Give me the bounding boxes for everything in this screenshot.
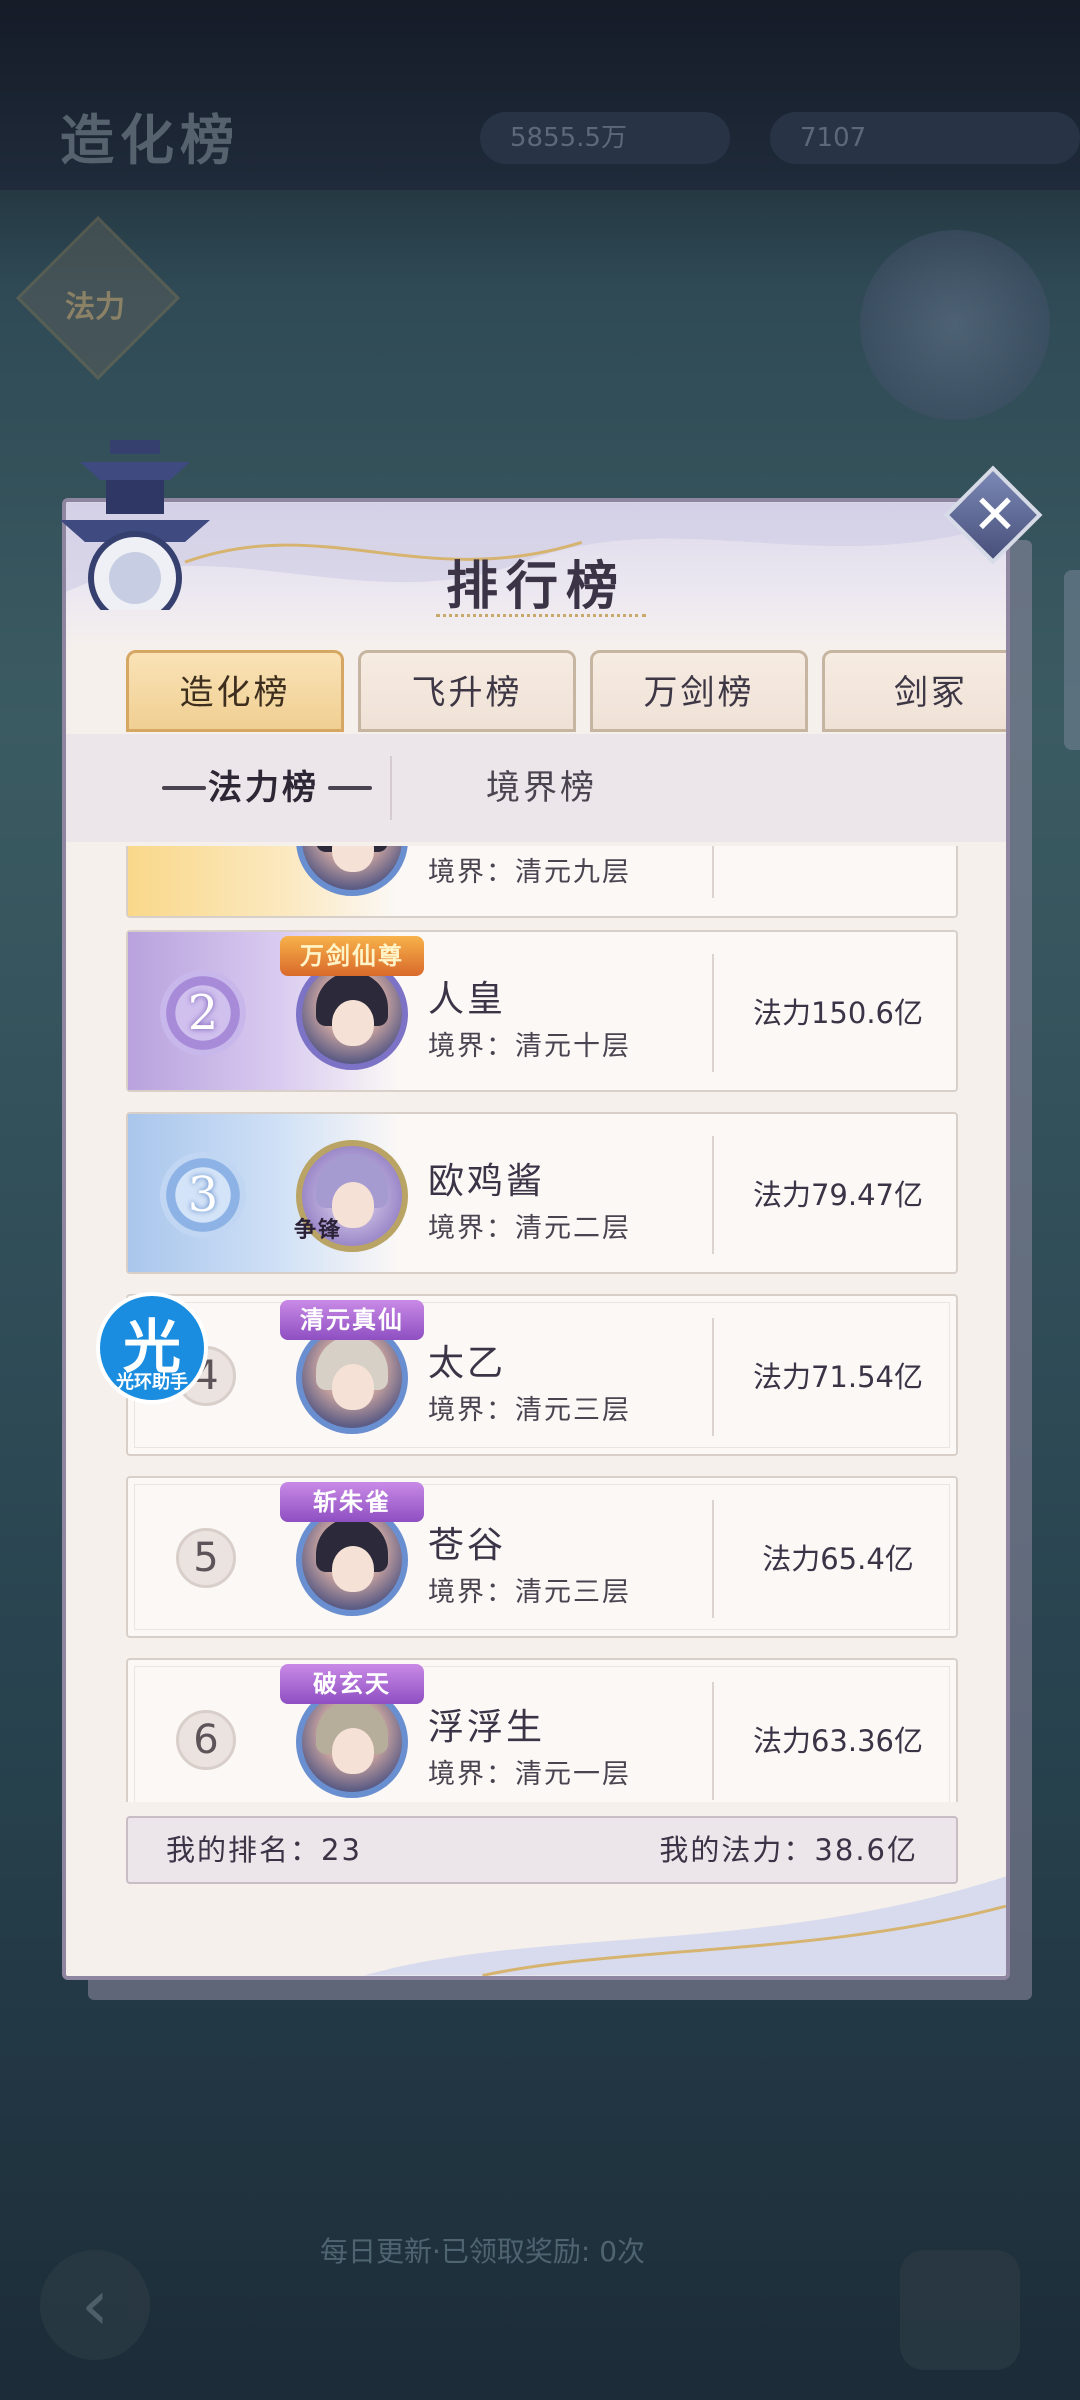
background-bottom-hint: 每日更新·已领取奖励: 0次 (320, 2235, 646, 2268)
player-realm: 境界：清元二层 (428, 1213, 631, 1244)
player-power: 法力71.54亿 (752, 1360, 924, 1394)
title-badge: 万剑仙尊 (280, 936, 424, 976)
ranking-row-3[interactable]: 3 争锋 欧鸡酱 境界：清元二层 法力79.47亿 (126, 1112, 958, 1274)
ranking-list[interactable]: 境界：清元九层 2 万剑仙尊 人皇 境界：清元十层 法力150.6亿 3 争锋 … (126, 846, 1006, 1802)
tab-feisheng[interactable]: 飞升榜 (358, 650, 576, 732)
background-back-icon: ‹ (40, 2250, 150, 2360)
rank-number: 5 (176, 1528, 236, 1588)
background-rank-icon (900, 2250, 1020, 2370)
background-resource-2: 7107 (770, 112, 1080, 164)
ranking-row-5[interactable]: 5 斩朱雀 苍谷 境界：清元三层 法力65.4亿 (126, 1476, 958, 1638)
pagoda-icon (60, 440, 210, 610)
player-name: 浮浮生 (428, 1707, 546, 1748)
ranking-row-6[interactable]: 6 破玄天 浮浮生 境界：清元一层 法力63.36亿 (126, 1658, 958, 1802)
ranking-panel: 排行榜 造化榜 飞升榜 万剑榜 剑冢 法力榜 境界榜 境界：清元九层 2 万剑仙… (62, 498, 1010, 1980)
rank-number: 6 (176, 1710, 236, 1770)
subtab-bar: 法力榜 境界榜 (66, 734, 1006, 842)
subtab-divider (390, 756, 392, 820)
tab-jianzhong[interactable]: 剑冢 (822, 650, 1006, 732)
background-diamond-label: 法力 (65, 290, 125, 325)
background-orb-icon (860, 230, 1050, 420)
title-ornament (436, 614, 646, 621)
player-realm: 境界：清元十层 (428, 1031, 631, 1062)
rank-medal: 2 (160, 970, 246, 1056)
player-power: 法力63.36亿 (752, 1724, 924, 1758)
subtab-ornament-left (162, 786, 206, 790)
player-realm: 境界：清元一层 (428, 1759, 631, 1790)
row-divider (712, 1682, 714, 1800)
player-power: 法力79.47亿 (752, 1178, 924, 1212)
ranking-row-4[interactable]: 4 清元真仙 太乙 境界：清元三层 法力71.54亿 (126, 1294, 958, 1456)
subtab-ornament-right (328, 786, 372, 790)
ranking-row-2[interactable]: 2 万剑仙尊 人皇 境界：清元十层 法力150.6亿 (126, 930, 958, 1092)
subtab-realm[interactable]: 境界榜 (486, 734, 597, 842)
row-divider (712, 954, 714, 1072)
player-name: 人皇 (428, 979, 507, 1020)
player-realm: 境界：清元三层 (428, 1395, 631, 1426)
player-name: 太乙 (428, 1343, 507, 1384)
player-realm: 境界：清元三层 (428, 1577, 631, 1608)
background-title: 造化榜 (60, 109, 240, 172)
player-realm: 境界：清元九层 (428, 857, 631, 888)
side-handle[interactable] (1064, 570, 1080, 750)
tab-bar: 造化榜 飞升榜 万剑榜 剑冢 (126, 650, 1006, 732)
row-divider (712, 1318, 714, 1436)
player-name: 苍谷 (428, 1525, 507, 1566)
row-divider (712, 1136, 714, 1254)
ranking-row-1[interactable]: 境界：清元九层 (126, 846, 958, 918)
title-badge: 清元真仙 (280, 1300, 424, 1340)
player-power: 法力150.6亿 (752, 996, 924, 1030)
background-resource-1: 5855.5万 (480, 112, 730, 164)
player-power: 法力65.4亿 (762, 1542, 914, 1576)
title-badge: 争锋 (293, 1218, 342, 1243)
footer-wave-decoration (363, 1876, 1006, 1976)
player-name: 欧鸡酱 (428, 1161, 546, 1202)
close-icon[interactable]: ✕ (962, 482, 1028, 548)
subtab-power[interactable]: 法力榜 (208, 734, 319, 842)
title-badge: 破玄天 (280, 1664, 424, 1704)
helper-floating-button[interactable]: 光 光环助手 (96, 1292, 208, 1404)
row-divider (712, 846, 714, 898)
rank-medal: 3 (160, 1152, 246, 1238)
tab-wanjian[interactable]: 万剑榜 (590, 650, 808, 732)
row-divider (712, 1500, 714, 1618)
title-badge: 斩朱雀 (280, 1482, 424, 1522)
helper-label: 光环助手 (116, 1372, 188, 1393)
tab-zaohua[interactable]: 造化榜 (126, 650, 344, 732)
